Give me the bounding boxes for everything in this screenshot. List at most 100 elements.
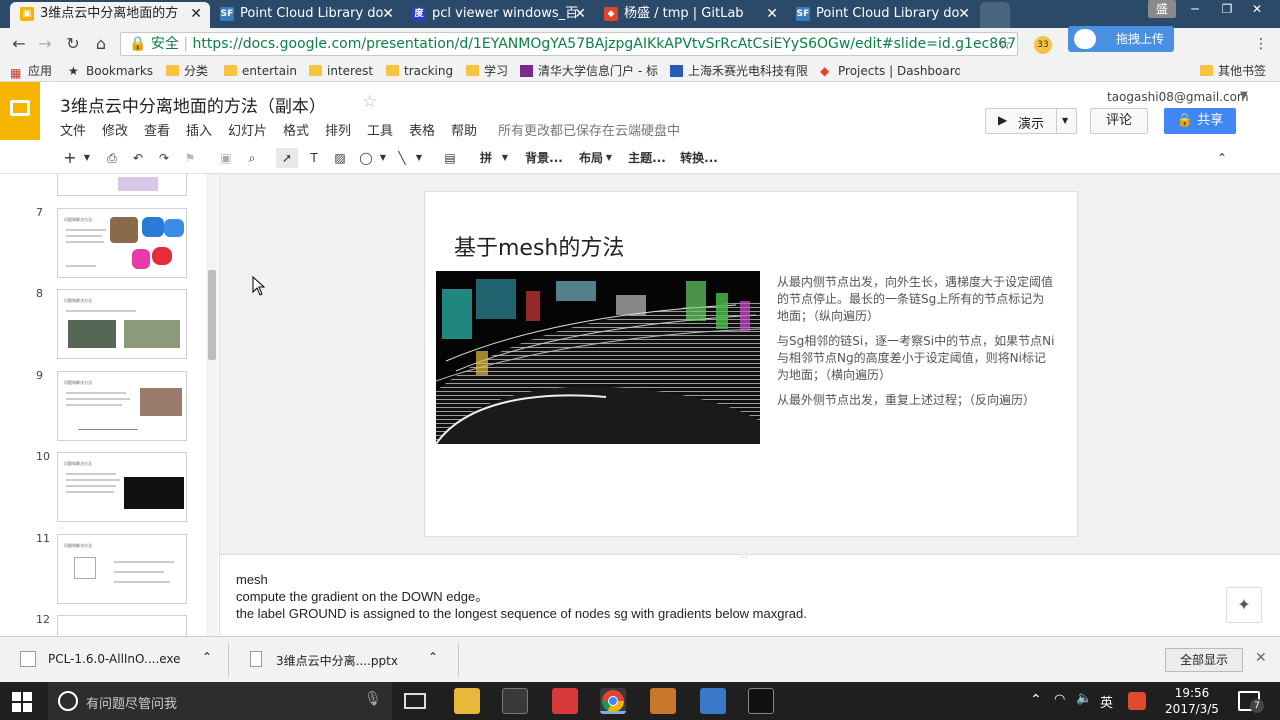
menu-arrange[interactable]: 排列 [325, 120, 351, 139]
bookmark-folder[interactable]: 分类 [166, 63, 208, 79]
zoom-icon[interactable]: ⌕ [242, 148, 262, 168]
terminal-icon[interactable] [748, 688, 774, 714]
slide-thumbnail[interactable]: 问题和解决方法 [57, 289, 187, 359]
bookmark-tsinghua[interactable]: 清华大学信息门户 - 标 [520, 63, 658, 79]
tab-slides[interactable]: ▣ 3维点云中分离地面的方 ✕ [10, 2, 210, 28]
menu-format[interactable]: 格式 [283, 120, 309, 139]
close-icon[interactable]: ✕ [958, 2, 970, 26]
close-icon[interactable]: ✕ [1255, 650, 1267, 666]
comment-button[interactable]: 评论 [1090, 108, 1148, 134]
slide-title[interactable]: 基于mesh的方法 [454, 230, 624, 262]
bookmark-bookmarks[interactable]: ★ Bookmarks [68, 63, 153, 79]
upload-extension-button[interactable]: 拖拽上传 [1068, 26, 1174, 52]
bookmark-folder[interactable]: interest [309, 63, 373, 79]
menu-insert[interactable]: 插入 [186, 120, 212, 139]
show-all-downloads-button[interactable]: 全部显示 [1165, 648, 1243, 672]
volume-icon[interactable]: 🔈 [1076, 691, 1092, 706]
download-item[interactable]: 3维点云中分离....pptx ⌃ [244, 647, 454, 673]
close-icon[interactable]: ✕ [190, 2, 202, 26]
chevron-down-icon[interactable]: ▼ [378, 148, 388, 168]
theme-button[interactable]: 主题... [628, 148, 666, 168]
current-slide[interactable]: 基于mesh的方法 从最内侧节点出发，向外生长，遇梯度大于设定阈值的节点停止。最… [424, 191, 1078, 537]
home-icon[interactable]: ⌂ [90, 33, 112, 55]
menu-file[interactable]: 文件 [60, 120, 86, 139]
chrome-icon[interactable] [600, 688, 626, 714]
line-icon[interactable]: ╲ [392, 148, 412, 168]
store-icon[interactable] [502, 688, 528, 714]
bookmark-other[interactable]: 其他书签 [1200, 63, 1266, 79]
explore-icon[interactable]: ✦ [1226, 587, 1262, 623]
bookmark-gitlab[interactable]: ◆ Projects | Dashboard [820, 63, 960, 79]
menu-edit[interactable]: 修改 [102, 120, 128, 139]
filmstrip-scrollbar[interactable] [206, 174, 218, 636]
window-close-icon[interactable]: ✕ [1242, 0, 1272, 18]
file-explorer-icon[interactable] [454, 688, 480, 714]
menu-tools[interactable]: 工具 [367, 120, 393, 139]
chevron-down-icon[interactable]: ▼ [1056, 109, 1068, 133]
extension-badge[interactable]: 33 [1034, 36, 1052, 54]
tab-pcl-doc-1[interactable]: SF Point Cloud Library do ✕ [210, 2, 402, 28]
comment-icon[interactable]: ▤ [440, 148, 460, 168]
close-icon[interactable]: ✕ [574, 2, 586, 26]
cortana-search-box[interactable]: 有问题尽管问我 🎙 [48, 682, 392, 720]
reload-icon[interactable]: ↻ [62, 33, 84, 55]
tab-baidu[interactable]: 度 pcl viewer windows_百 ✕ [402, 2, 594, 28]
menu-icon[interactable]: ⋮ [1250, 33, 1272, 55]
scrollbar-thumb[interactable] [208, 270, 216, 360]
menu-view[interactable]: 查看 [144, 120, 170, 139]
redo-icon[interactable]: ↷ [154, 148, 174, 168]
ime-indicator[interactable]: 英 [1100, 692, 1113, 711]
chevron-up-icon[interactable]: ⌃ [1030, 692, 1042, 708]
resize-handle-icon[interactable]: ··· [740, 553, 748, 562]
bookmark-folder[interactable]: tracking [386, 63, 453, 79]
speaker-notes[interactable]: ··· mesh compute the gradient on the DOW… [220, 553, 1280, 636]
collapse-toolbar-icon[interactable]: ⌃ [1212, 148, 1232, 168]
document-title[interactable]: 3维点云中分离地面的方法（副本） [60, 92, 326, 117]
slide-thumbnail[interactable]: 问题和解决方法 [57, 371, 187, 441]
slide-body[interactable]: 从最内侧节点出发，向外生长，遇梯度大于设定阈值的节点停止。最长的一条链Sg上所有… [777, 274, 1055, 409]
ime-app-icon[interactable] [1128, 692, 1146, 710]
transition-button[interactable]: 转换... [680, 148, 718, 168]
chevron-down-icon[interactable]: ▼ [82, 148, 92, 168]
star-icon[interactable]: ☆ [362, 92, 377, 112]
present-button[interactable]: ▶ 演示 ▼ [985, 108, 1077, 134]
forward-icon[interactable]: → [34, 33, 56, 55]
microphone-icon[interactable]: 🎙 [364, 691, 382, 707]
menu-help[interactable]: 帮助 [451, 120, 477, 139]
slides-logo-icon[interactable] [0, 82, 40, 140]
back-icon[interactable]: ← [8, 33, 30, 55]
notification-icon[interactable]: 7 [1238, 691, 1264, 713]
undo-icon[interactable]: ↶ [128, 148, 148, 168]
fit-icon[interactable]: ▣ [216, 148, 236, 168]
chevron-up-icon[interactable]: ⌃ [428, 650, 438, 664]
chevron-down-icon[interactable]: ▼ [604, 148, 614, 168]
background-button[interactable]: 背景... [524, 148, 564, 168]
bookmark-hesai[interactable]: 上海禾赛光电科技有限 [670, 63, 808, 79]
menu-table[interactable]: 表格 [409, 120, 435, 139]
textbox-icon[interactable]: T [304, 148, 324, 168]
tab-gitlab[interactable]: ◆ 杨盛 / tmp | GitLab ✕ [594, 2, 786, 28]
point-cloud-image[interactable] [436, 271, 760, 444]
app-icon[interactable] [552, 688, 578, 714]
close-icon[interactable]: ✕ [382, 2, 394, 26]
menu-slide[interactable]: 幻灯片 [228, 120, 267, 139]
bookmark-folder[interactable]: entertain [224, 63, 297, 79]
layout-button[interactable]: 布局 [578, 148, 604, 168]
select-icon[interactable]: ➚ [276, 148, 298, 168]
notes-text[interactable]: mesh compute the gradient on the DOWN ed… [236, 571, 807, 622]
chevron-up-icon[interactable]: ⌃ [202, 650, 212, 664]
new-tab-button[interactable] [980, 2, 1010, 28]
clock[interactable]: 19:56 2017/3/5 [1160, 685, 1224, 717]
slide-thumbnail[interactable]: 问题和解决方法 [57, 208, 187, 278]
chevron-down-icon[interactable]: ▼ [1240, 90, 1248, 101]
arrange-button[interactable]: 拼 [476, 148, 496, 168]
task-view-icon[interactable] [404, 693, 426, 709]
profile-button[interactable]: 盛 [1148, 0, 1176, 18]
close-icon[interactable]: ✕ [766, 2, 778, 26]
windows-start-icon[interactable] [12, 692, 32, 712]
account-email[interactable]: taogashi08@gmail.com [1107, 90, 1249, 104]
maximize-icon[interactable]: ❐ [1212, 0, 1242, 18]
image-icon[interactable]: ▨ [330, 148, 350, 168]
slide-thumbnail[interactable]: 问题和解决方法 [57, 534, 187, 604]
new-slide-icon[interactable]: + [60, 148, 80, 168]
